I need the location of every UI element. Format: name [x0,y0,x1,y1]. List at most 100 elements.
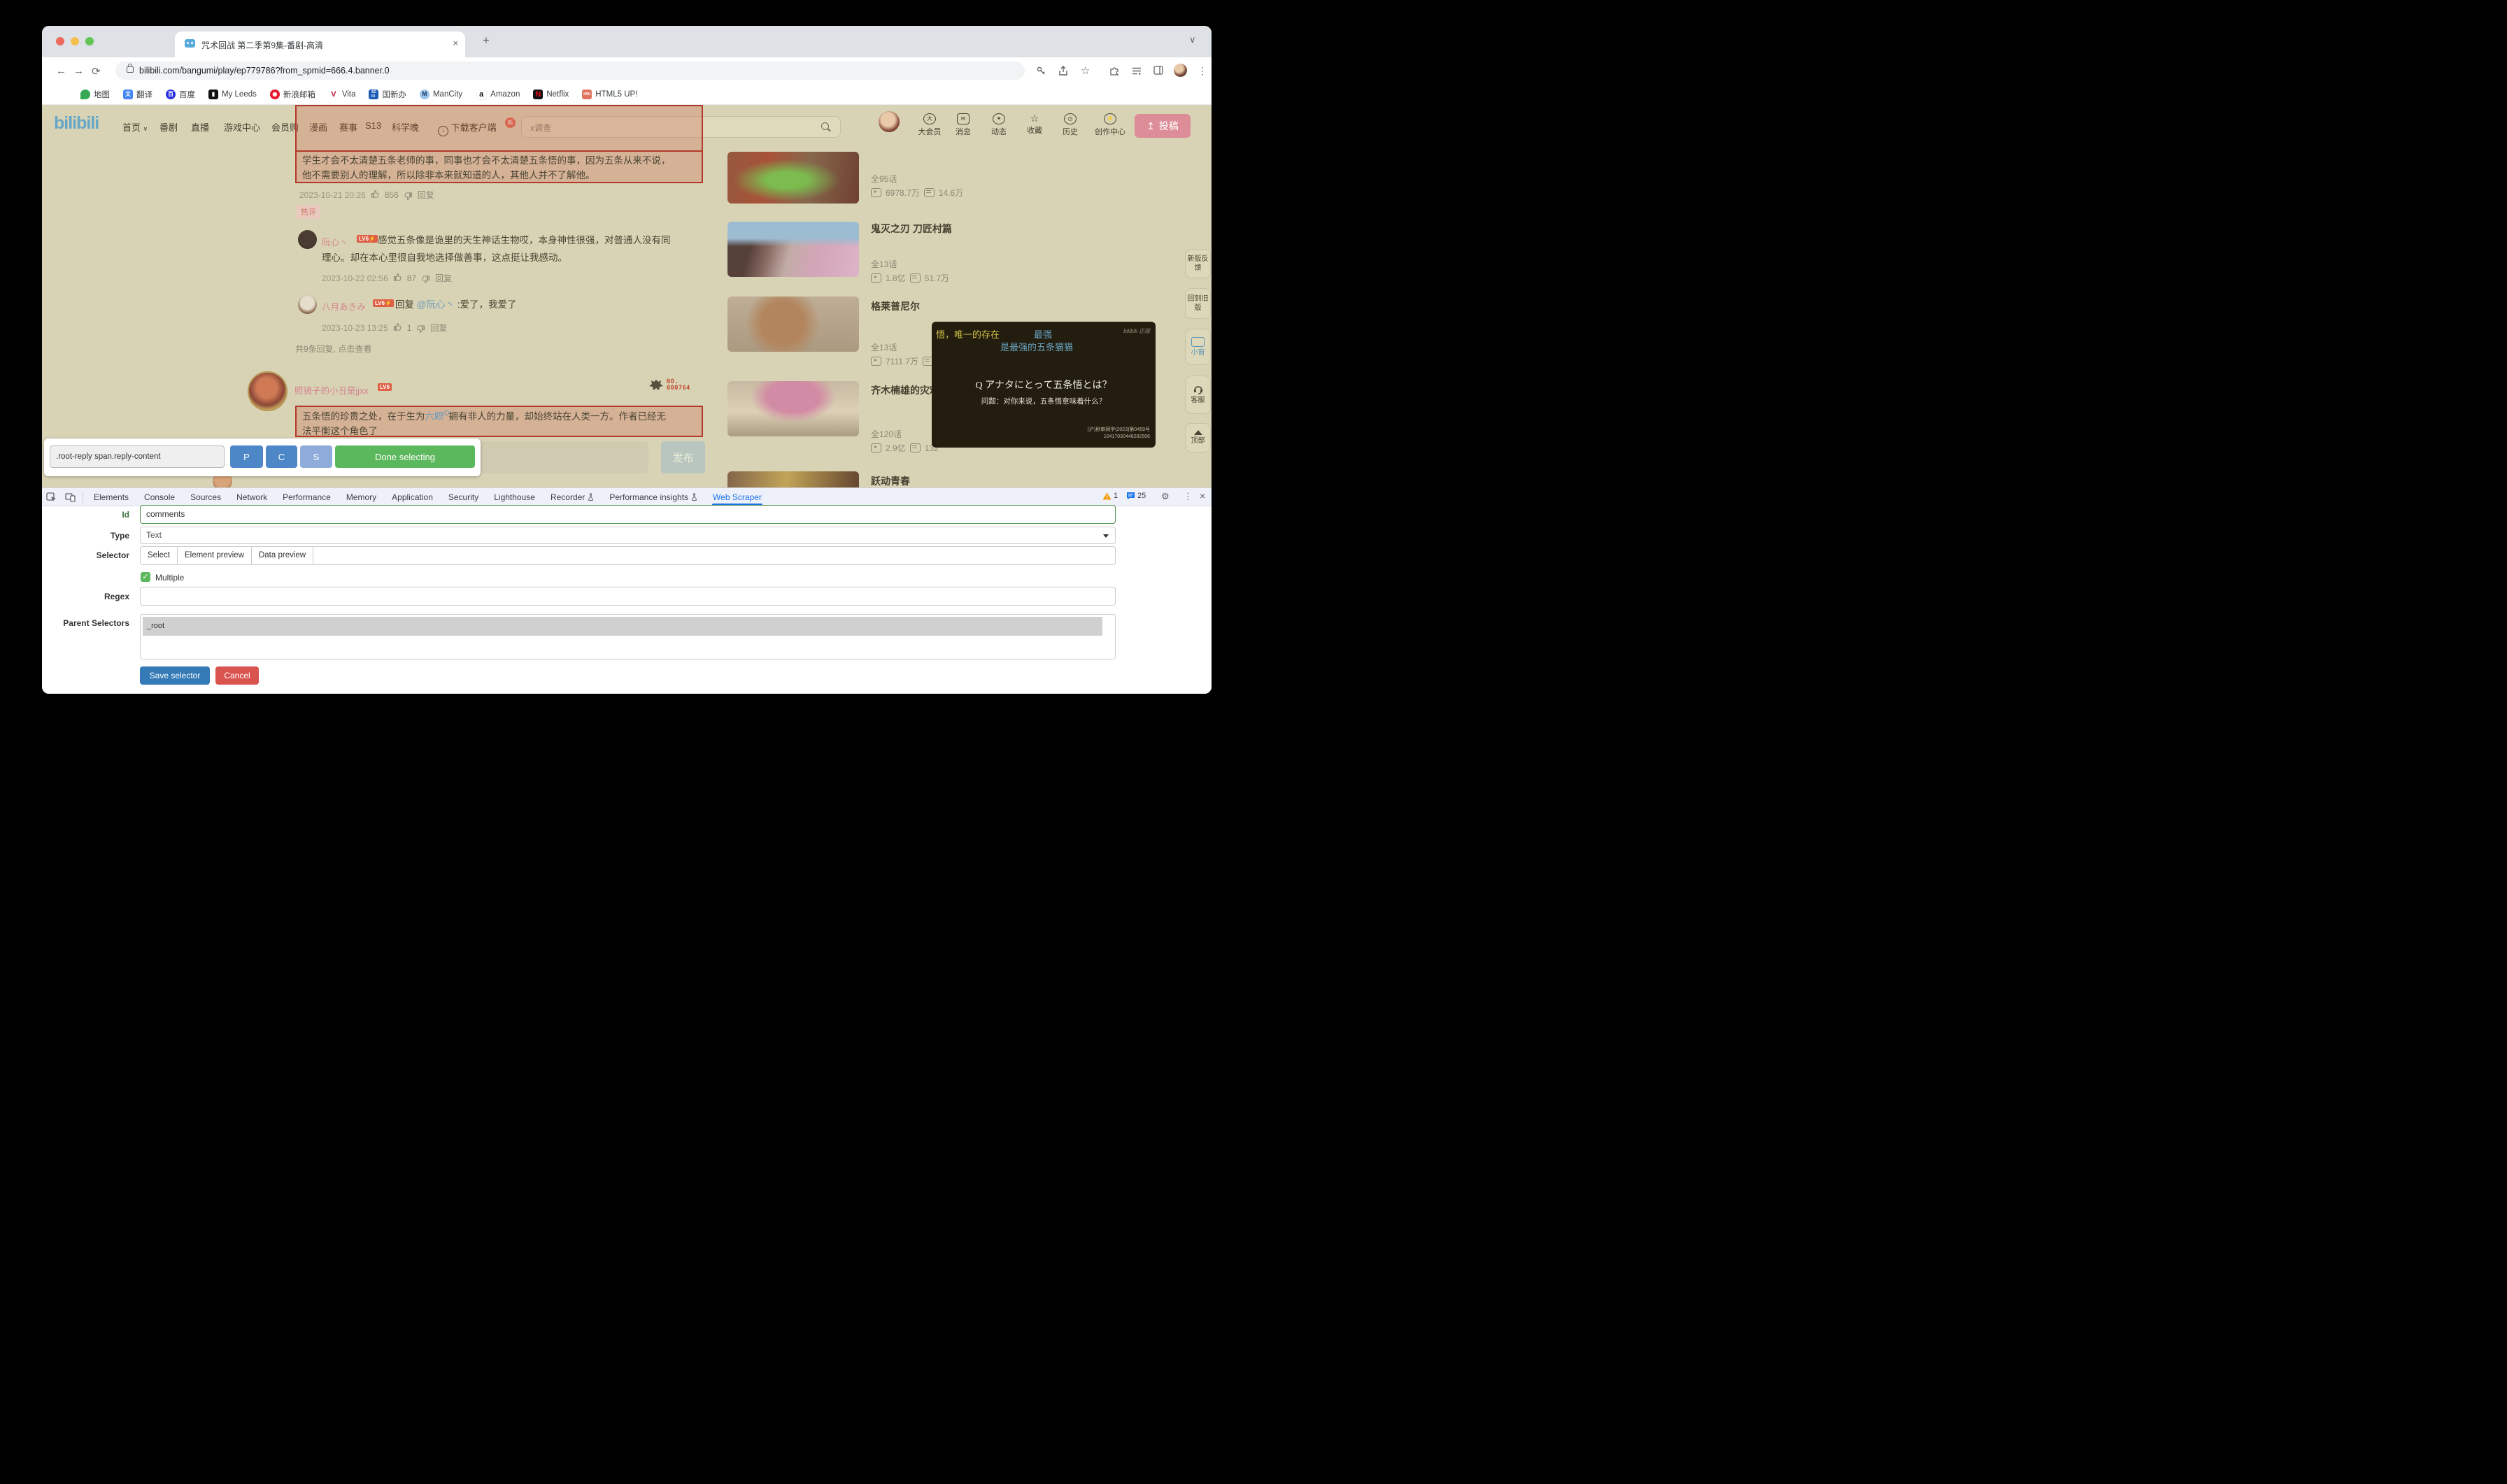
search-icon[interactable] [821,122,829,130]
card-title[interactable]: 跃动青春 [871,474,910,487]
tab-console[interactable]: Console [136,489,183,506]
thumb-up-icon[interactable] [393,273,402,284]
tab-recorder[interactable]: Recorder [543,489,602,506]
back-to-top-button[interactable]: 顶部 [1185,423,1211,452]
nav-history[interactable]: ◷历史 [1055,113,1086,137]
maximize-window-button[interactable] [85,37,94,45]
devtools-settings-icon[interactable]: ⚙ [1161,491,1170,502]
reply-button[interactable]: 回复 [418,189,434,201]
nav-feed[interactable]: ✦动态 [983,113,1014,137]
keyword-link[interactable]: 六眼 [425,411,444,422]
nav-bangumi[interactable]: 番剧 [159,120,178,134]
devtools-more-icon[interactable]: ⋮ [1184,491,1193,502]
reply-avatar[interactable] [298,230,317,249]
bookmark-item[interactable]: VVita [329,90,356,99]
upload-button[interactable]: ↥投稿 [1135,114,1191,138]
comment-username[interactable]: 照镜子的小丑是jjxx [294,383,369,397]
browser-tab[interactable]: 咒术回战 第二季第9集-番剧-高清 × [175,31,465,57]
bookmark-item[interactable]: NNetflix [533,90,569,99]
nav-favorites[interactable]: ☆收藏 [1019,113,1050,136]
bookmark-item[interactable]: 百百度 [166,89,195,100]
recommend-thumbnail[interactable] [727,222,859,277]
devtools-close-icon[interactable]: × [1200,490,1205,501]
parent-selectors-list[interactable]: _root [140,614,1116,659]
card-title[interactable]: 格莱普尼尔 [871,299,920,313]
scraper-selector-input[interactable]: .root-reply span.reply-content [50,445,225,468]
bookmark-item[interactable]: aAmazon [476,89,520,100]
tab-web-scraper[interactable]: Web Scraper [705,489,769,506]
thumb-down-icon[interactable] [416,322,425,334]
thumb-down-icon[interactable] [421,273,430,284]
extensions-puzzle-icon[interactable] [1109,66,1119,79]
bookmark-item[interactable]: SCIO国新办 [369,89,406,100]
bookmark-item[interactable]: ▮My Leeds [208,90,257,99]
minimize-window-button[interactable] [71,37,79,45]
cancel-button[interactable]: Cancel [215,666,259,685]
reply-avatar[interactable] [298,295,317,314]
tab-lighthouse[interactable]: Lighthouse [486,489,543,506]
view-more-replies-link[interactable]: 共9条回复, 点击查看 [295,343,371,355]
mini-player-button[interactable]: 小窗 [1185,329,1211,365]
recommend-thumbnail[interactable] [727,381,859,436]
close-window-button[interactable] [56,37,64,45]
new-tab-button[interactable]: + [483,34,490,48]
bookmark-item[interactable]: ◉新浪邮箱 [270,89,315,100]
bilibili-logo[interactable]: bilibili [54,113,99,134]
share-icon[interactable] [1058,66,1068,80]
inspect-element-icon[interactable] [46,492,57,502]
bookmark-item[interactable]: MManCity [420,90,462,99]
reply-button[interactable]: 回复 [435,272,452,284]
more-menu-icon[interactable]: ⋮ [1198,65,1207,77]
nav-creator-center[interactable]: ⚡创作中心 [1091,113,1130,137]
card-title[interactable]: 鬼灭之刃 刀匠村篇 [871,222,952,236]
multiple-checkbox[interactable]: ✓ [141,572,150,582]
thumb-up-icon[interactable] [393,322,402,334]
tab-sources[interactable]: Sources [183,489,229,506]
tab-application[interactable]: Application [384,489,441,506]
user-avatar[interactable] [879,111,900,132]
reply-button[interactable]: 回复 [430,322,447,334]
customer-service-button[interactable]: 客服 [1185,376,1211,414]
old-version-button[interactable]: 回到旧版 [1185,288,1211,319]
nav-live[interactable]: 直播 [191,120,209,134]
nav-game-center[interactable]: 游戏中心 [224,120,260,134]
scraper-highlighted-comment[interactable]: 五条悟的珍贵之处，在于生为六眼拥有非人的力量，却始终站在人类一方。作者已经无 法… [295,406,703,437]
thumb-down-icon[interactable] [404,190,413,201]
pip-video-player[interactable]: 悟，唯一的存在 最强 是最强的五条猫猫 bilibili 正版 Q アナタにとっ… [932,322,1156,448]
key-icon[interactable] [1036,66,1046,80]
data-preview-button[interactable]: Data preview [252,547,313,564]
select-button[interactable]: Select [141,547,178,564]
reply-username[interactable]: 阮心丶 [322,235,348,248]
bookmark-item[interactable]: 文翻译 [123,89,152,100]
thumb-up-icon[interactable] [371,190,380,201]
tab-performance-insights[interactable]: Performance insights [602,489,705,506]
bookmark-item[interactable]: H5UHTML5 UP! [582,90,637,99]
mention-link[interactable]: @阮心丶 [417,299,455,310]
scraper-child-button[interactable]: C [266,445,297,468]
tab-performance[interactable]: Performance [275,489,339,506]
scraper-parent-button[interactable]: P [230,445,263,468]
nav-home[interactable]: 首页 ∨ [122,120,148,134]
regex-input[interactable] [140,587,1116,606]
back-icon[interactable]: ← [56,65,66,77]
recommend-thumbnail[interactable] [727,297,859,352]
done-selecting-button[interactable]: Done selecting [335,445,475,468]
url-text[interactable]: bilibili.com/bangumi/play/ep779786?from_… [139,66,390,76]
tab-elements[interactable]: Elements [86,489,136,506]
nav-vip[interactable]: 大大会员 [914,113,945,137]
card-title[interactable]: 齐木楠雄的灾难 [871,383,939,397]
device-toolbar-icon[interactable] [65,492,76,502]
tab-security[interactable]: Security [441,489,486,506]
bookmark-star-icon[interactable]: ☆ [1081,64,1090,77]
address-bar[interactable]: bilibili.com/bangumi/play/ep779786?from_… [115,62,1025,80]
bookmark-item[interactable]: 地图 [80,89,110,100]
queue-list-icon[interactable] [1132,66,1142,79]
tab-search-chevron-icon[interactable]: ∨ [1189,34,1196,45]
tab-memory[interactable]: Memory [339,489,384,506]
comment-avatar-ornate[interactable] [248,371,287,411]
scraper-sibling-button[interactable]: S [300,445,332,468]
recommend-thumbnail[interactable] [727,471,859,487]
feedback-button[interactable]: 新版反馈 [1185,249,1211,278]
publish-button[interactable]: 发布 [661,441,705,473]
tab-network[interactable]: Network [229,489,275,506]
